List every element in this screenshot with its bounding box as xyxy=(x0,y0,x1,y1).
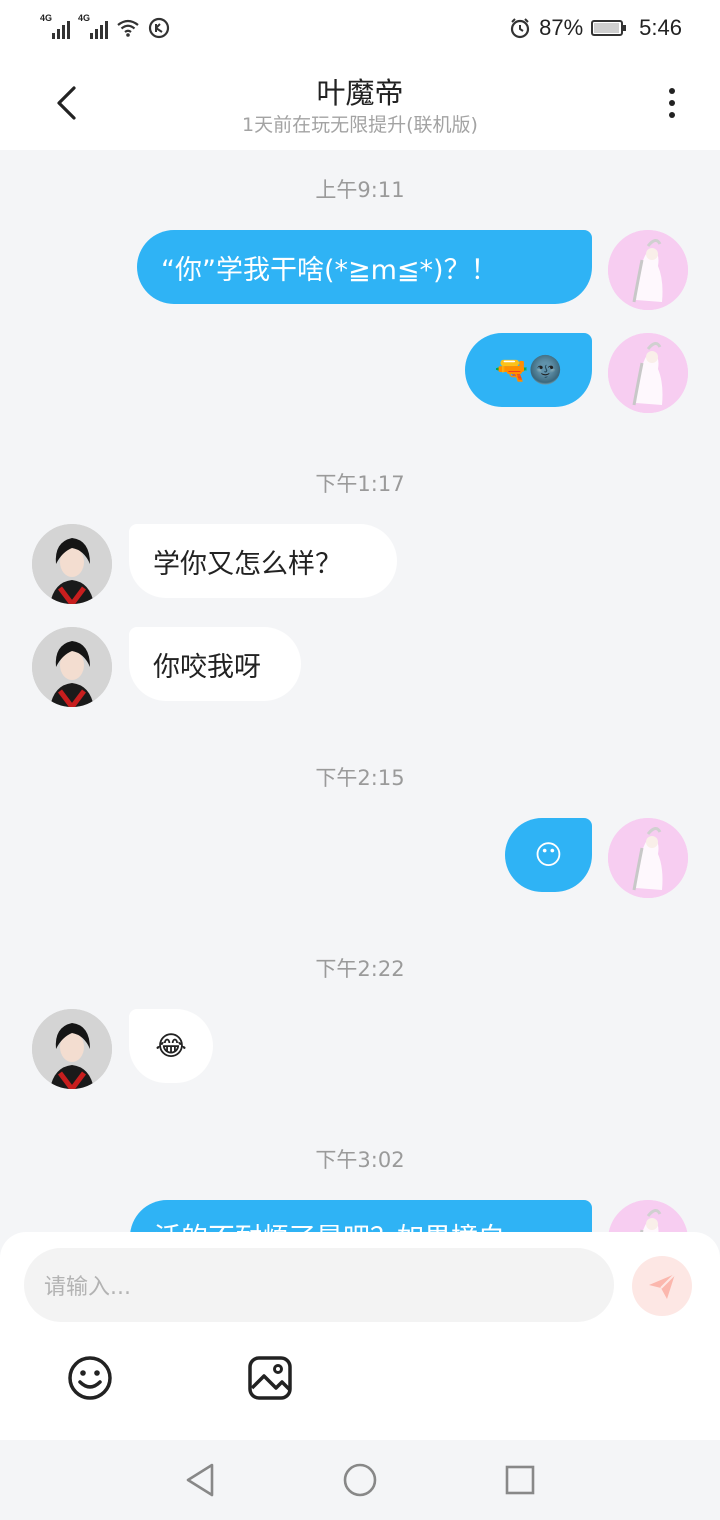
triangle-back-icon xyxy=(186,1463,214,1497)
emoji-button[interactable] xyxy=(66,1354,114,1402)
girl-avatar-icon xyxy=(608,1200,688,1232)
chat-header: 叶魔帝 1天前在玩无限提升(联机版) xyxy=(0,56,720,150)
message-composer: 请输入... xyxy=(0,1232,720,1440)
timestamp: 下午2:22 xyxy=(315,957,405,981)
girl-avatar-icon xyxy=(608,230,688,310)
message-input[interactable]: 请输入... xyxy=(24,1248,614,1322)
more-dot-icon xyxy=(669,112,675,118)
battery-percent: 87% xyxy=(539,15,584,40)
network-type-2: 4G xyxy=(78,13,91,23)
image-icon xyxy=(248,1356,292,1400)
smiley-icon xyxy=(68,1356,112,1400)
nav-home-button[interactable] xyxy=(340,1460,380,1500)
more-dot-icon xyxy=(669,100,675,106)
nav-back-button[interactable] xyxy=(180,1460,220,1500)
wifi-icon xyxy=(117,19,139,37)
network-type-1: 4G xyxy=(40,13,53,23)
boy-avatar-icon xyxy=(32,627,112,707)
message-bubble-received[interactable]: 😂 xyxy=(129,1009,213,1083)
boy-avatar-icon xyxy=(32,524,112,604)
girl-avatar-icon xyxy=(608,818,688,898)
send-icon xyxy=(649,1273,676,1299)
timestamp: 下午3:02 xyxy=(315,1148,405,1172)
image-button[interactable] xyxy=(246,1354,294,1402)
nav-recents-button[interactable] xyxy=(500,1460,540,1500)
boy-avatar-icon xyxy=(32,1009,112,1089)
battery-icon xyxy=(591,20,627,36)
contact-avatar[interactable] xyxy=(32,524,112,604)
message-bubble-sent[interactable]: 🔫🌚 xyxy=(465,333,592,407)
my-avatar[interactable] xyxy=(608,818,688,898)
timestamp: 下午1:17 xyxy=(315,472,405,496)
send-button[interactable] xyxy=(632,1256,692,1316)
circle-home-icon xyxy=(343,1463,377,1497)
status-bar: 4G 4G 87% 5:46 xyxy=(0,0,720,56)
timestamp: 下午2:15 xyxy=(315,766,405,790)
alarm-icon xyxy=(511,18,530,39)
more-options-button[interactable] xyxy=(652,76,692,130)
contact-name: 叶魔帝 xyxy=(316,76,404,110)
clock: 5:46 xyxy=(639,15,682,40)
contact-status: 1天前在玩无限提升(联机版) xyxy=(242,114,478,136)
system-nav-bar xyxy=(0,1440,720,1520)
message-bubble-sent[interactable]: “你”学我干啥(*≧m≦*)？！ xyxy=(137,230,592,304)
status-right: 87% 5:46 xyxy=(509,15,682,41)
square-recents-icon xyxy=(505,1465,535,1495)
my-avatar[interactable] xyxy=(608,1200,688,1232)
my-avatar[interactable] xyxy=(608,230,688,310)
message-bubble-sent[interactable]: 活的不耐烦了是吧？如果撞白 xyxy=(130,1200,592,1232)
contact-avatar[interactable] xyxy=(32,627,112,707)
contact-avatar[interactable] xyxy=(32,1009,112,1089)
girl-avatar-icon xyxy=(608,333,688,413)
message-bubble-sent[interactable]: 😶 xyxy=(505,818,592,892)
message-bubble-received[interactable]: 学你又怎么样？ xyxy=(129,524,397,598)
signal-icon: 4G xyxy=(78,13,108,39)
timestamp: 上午9:11 xyxy=(315,178,405,202)
message-list[interactable]: 上午9:11 “你”学我干啥(*≧m≦*)？！ 🔫🌚 下午1:17 学你又怎么样… xyxy=(0,150,720,1232)
signal-icon: 4G xyxy=(40,13,70,39)
status-left: 4G 4G xyxy=(40,13,170,39)
my-avatar[interactable] xyxy=(608,333,688,413)
more-dot-icon xyxy=(669,88,675,94)
message-bubble-received[interactable]: 你咬我呀 xyxy=(129,627,301,701)
data-saver-icon xyxy=(148,17,170,39)
